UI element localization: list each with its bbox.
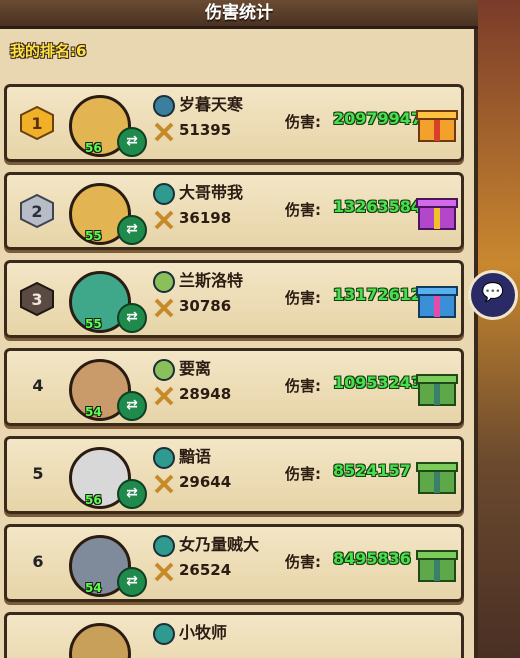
swap-button[interactable]: ⇄ — [117, 479, 147, 509]
rank-number: 5 — [32, 464, 44, 483]
swap-button[interactable]: ⇄ — [117, 303, 147, 333]
player-name: 大哥带我 — [179, 183, 244, 202]
chat-button[interactable]: 💬 — [468, 270, 518, 320]
crossed-swords-icon — [154, 386, 174, 406]
crossed-swords-icon — [154, 562, 174, 582]
player-level: 56 — [85, 141, 102, 155]
crossed-swords-icon — [154, 210, 174, 230]
damage-value: 8495836 — [333, 549, 411, 568]
rank-number: 4 — [32, 376, 44, 395]
player-name: 黯语 — [179, 447, 212, 466]
damage-label: 伤害: — [285, 289, 321, 307]
ranking-row: 2 55 ⇄ 大哥带我 36198 伤害: 13263584 — [4, 172, 464, 250]
ranking-row: 5 56 ⇄ 黯语 29644 伤害: 8524157 — [4, 436, 464, 514]
swap-button[interactable]: ⇄ — [117, 127, 147, 157]
player-level: 54 — [85, 581, 102, 595]
crossed-swords-icon — [154, 474, 174, 494]
guild-icon — [153, 183, 175, 205]
green-gift-box-icon[interactable] — [415, 453, 459, 497]
player-level: 54 — [85, 405, 102, 419]
damage-stats-panel: 伤害统计 我的排名:6 1 56 ⇄ 岁暮天寒 51395 伤害: 209799… — [0, 0, 478, 658]
guild-icon — [153, 535, 175, 557]
guild-icon — [153, 447, 175, 469]
rank-number: 6 — [32, 552, 44, 571]
player-name: 女乃量贼大 — [179, 535, 260, 554]
background-scene — [472, 0, 520, 658]
player-level: 55 — [85, 229, 102, 243]
damage-label: 伤害: — [285, 113, 321, 131]
power-value: 30786 — [179, 297, 232, 315]
gold-rank-badge-icon: 1 — [20, 105, 54, 141]
damage-value: 10953243 — [333, 373, 423, 392]
player-level: 55 — [85, 317, 102, 331]
swap-button[interactable]: ⇄ — [117, 391, 147, 421]
power-value: 29644 — [179, 473, 232, 491]
avatar[interactable] — [69, 623, 131, 658]
swap-button[interactable]: ⇄ — [117, 567, 147, 597]
rank-number: 3 — [31, 290, 42, 309]
player-level: 56 — [85, 493, 102, 507]
purple-gift-box-icon[interactable] — [415, 189, 459, 233]
power-value: 36198 — [179, 209, 232, 227]
power-value: 51395 — [179, 121, 232, 139]
damage-value: 13172612 — [333, 285, 423, 304]
green-gift-box-icon[interactable] — [415, 365, 459, 409]
silver-rank-badge-icon: 2 — [20, 193, 54, 229]
title-bar: 伤害统计 — [0, 0, 478, 29]
crossed-swords-icon — [154, 298, 174, 318]
ranking-row: 3 55 ⇄ 兰斯洛特 30786 伤害: 13172612 — [4, 260, 464, 338]
damage-label: 伤害: — [285, 465, 321, 483]
ranking-row: 4 54 ⇄ 要离 28948 伤害: 10953243 — [4, 348, 464, 426]
damage-value: 13263584 — [333, 197, 423, 216]
ranking-row: 6 54 ⇄ 女乃量贼大 26524 伤害: 8495836 — [4, 524, 464, 602]
ranking-list[interactable]: 1 56 ⇄ 岁暮天寒 51395 伤害: 20979947 2 55 ⇄ 大哥… — [0, 80, 478, 658]
guild-icon — [153, 95, 175, 117]
player-name: 岁暮天寒 — [179, 95, 244, 114]
damage-label: 伤害: — [285, 553, 321, 571]
panel-title: 伤害统计 — [205, 3, 273, 23]
guild-icon — [153, 271, 175, 293]
ranking-row: 1 56 ⇄ 岁暮天寒 51395 伤害: 20979947 — [4, 84, 464, 162]
damage-value: 8524157 — [333, 461, 411, 480]
rank-number: 2 — [31, 202, 42, 221]
crossed-swords-icon — [154, 122, 174, 142]
damage-label: 伤害: — [285, 377, 321, 395]
guild-icon — [153, 359, 175, 381]
blue-gift-box-icon[interactable] — [415, 277, 459, 321]
power-value: 26524 — [179, 561, 232, 579]
bronze-rank-badge-icon: 3 — [20, 281, 54, 317]
ranking-row: 小牧师 — [4, 612, 464, 658]
damage-value: 20979947 — [333, 109, 423, 128]
rank-number: 1 — [31, 114, 42, 133]
my-rank-text: 我的排名:6 — [10, 42, 87, 60]
player-name: 兰斯洛特 — [179, 271, 244, 290]
power-value: 28948 — [179, 385, 232, 403]
damage-label: 伤害: — [285, 201, 321, 219]
player-name: 小牧师 — [179, 623, 228, 642]
gold-gift-box-icon[interactable] — [415, 101, 459, 145]
swap-button[interactable]: ⇄ — [117, 215, 147, 245]
player-name: 要离 — [179, 359, 212, 378]
guild-icon — [153, 623, 175, 645]
green-gift-box-icon[interactable] — [415, 541, 459, 585]
